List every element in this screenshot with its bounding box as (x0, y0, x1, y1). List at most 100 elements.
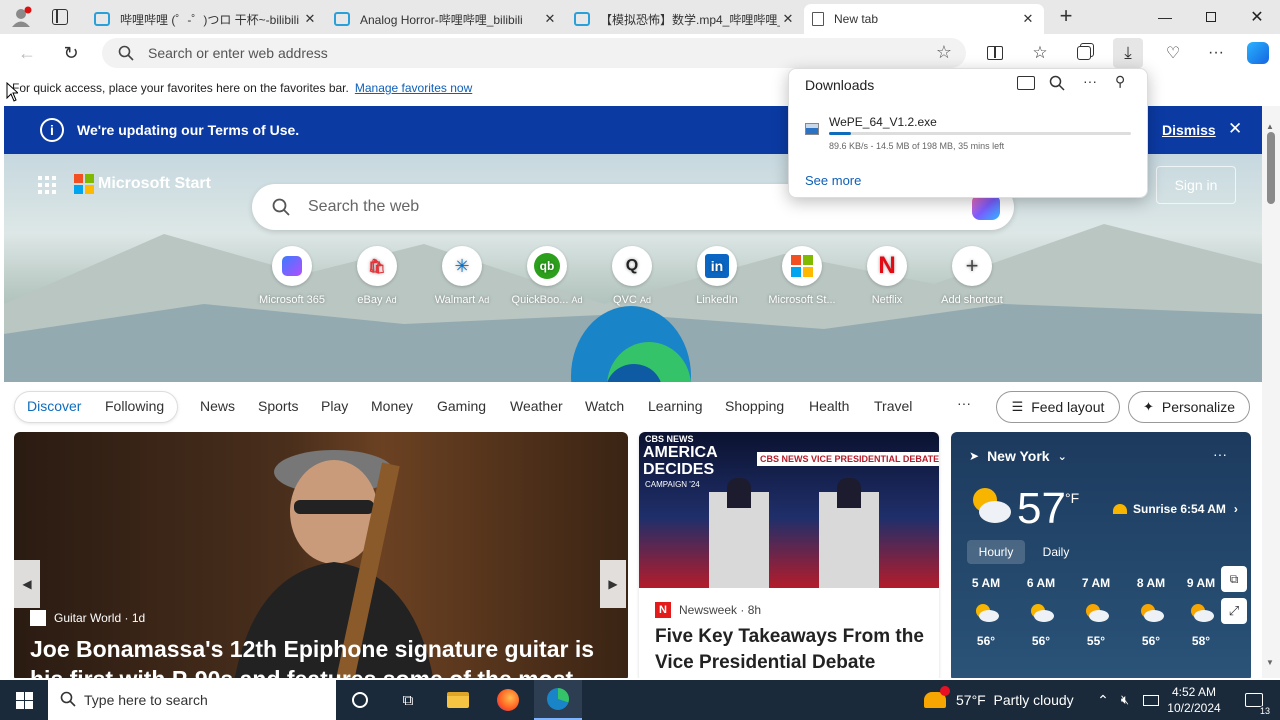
more-menu-icon[interactable]: ··· (1201, 38, 1231, 68)
see-more-link[interactable]: See more (805, 173, 861, 188)
volume-muted-icon[interactable]: 🔇︎ (1114, 680, 1136, 720)
personalize-button[interactable]: ✦ Personalize (1128, 391, 1250, 423)
hour-time: 7 AM (1081, 576, 1111, 590)
nav-sports[interactable]: Sports (258, 398, 298, 414)
add-shortcut-button[interactable]: + Add shortcut (930, 246, 1014, 306)
expand-icon[interactable]: ⤢ (1221, 598, 1247, 624)
tab-analog-horror[interactable]: Analog Horror-哔哩哔哩_bilibili ✕ (326, 4, 566, 34)
sunrise-info[interactable]: Sunrise 6:54 AM › (1113, 502, 1238, 516)
close-tab-icon[interactable]: ✕ (1020, 11, 1036, 27)
refresh-button[interactable]: ↻ (56, 38, 86, 68)
dismiss-button[interactable]: Dismiss (1162, 122, 1216, 138)
tab-bilibili-home[interactable]: 哔哩哔哩 (゜-゜)つロ 干杯~-bilibili ✕ (86, 4, 326, 34)
quick-link-qvc[interactable]: Q QVC Ad (590, 246, 674, 306)
search-icon (272, 198, 290, 221)
close-window-button[interactable]: ✕ (1234, 0, 1280, 34)
chevron-up-icon[interactable]: ⌃ (1092, 680, 1114, 720)
tab-new-tab[interactable]: New tab ✕ (804, 4, 1044, 34)
clock[interactable]: 4:52 AM 10/2/2024 (1164, 680, 1224, 720)
location[interactable]: ➤ New York ⌄ (969, 448, 1067, 464)
quick-link-label: Walmart (434, 294, 476, 306)
download-item[interactable]: WePE_64_V1.2.exe 89.6 KB/s - 14.5 MB of … (789, 109, 1147, 157)
article-headline[interactable]: Five Key Takeaways From the Vice Preside… (655, 624, 925, 676)
more-options-icon[interactable]: ··· (1213, 446, 1227, 462)
quick-link-linkedin[interactable]: in LinkedIn (675, 246, 759, 306)
nav-learning[interactable]: Learning (648, 398, 703, 414)
secondary-news-card[interactable]: CBS NEWS AMERICA DECIDES CAMPAIGN '24 CB… (639, 432, 939, 678)
quick-link-microsoft-365[interactable]: Microsoft 365 (250, 246, 334, 306)
carousel-prev-button[interactable]: ◀ (14, 560, 40, 608)
tab-hourly[interactable]: Hourly (967, 540, 1025, 564)
quick-link-quickbooks[interactable]: qb QuickBoo... Ad (505, 246, 589, 306)
page-scrollbar[interactable]: ▲ ▼ (1262, 106, 1280, 678)
close-tab-icon[interactable]: ✕ (780, 11, 796, 27)
tab-actions-icon[interactable] (52, 9, 68, 25)
quick-link-ebay[interactable]: 🛍 eBay Ad (335, 246, 419, 306)
copilot-icon[interactable] (1243, 38, 1273, 68)
scroll-thumb[interactable] (1267, 132, 1275, 204)
profile-icon[interactable] (10, 6, 32, 28)
collections-icon[interactable] (1069, 38, 1099, 68)
file-explorer-icon[interactable] (434, 680, 482, 720)
cortana-icon[interactable] (338, 680, 382, 720)
manage-favorites-link[interactable]: Manage favorites now (355, 81, 472, 95)
back-button[interactable]: ← (12, 38, 42, 68)
address-bar[interactable]: Search or enter web address ☆ (102, 38, 966, 68)
nav-more[interactable]: ··· (957, 395, 971, 411)
microsoft-start-logo[interactable]: Microsoft Start (74, 174, 211, 194)
split-screen-icon[interactable] (980, 38, 1010, 68)
notifications-icon[interactable]: 13 (1234, 680, 1274, 720)
pin-icon[interactable]: ⚲ (1115, 73, 1125, 90)
nav-gaming[interactable]: Gaming (437, 398, 486, 414)
nav-news[interactable]: News (200, 398, 235, 414)
nav-shopping[interactable]: Shopping (725, 398, 784, 414)
minimize-button[interactable]: — (1142, 0, 1188, 34)
weather-card[interactable]: ➤ New York ⌄ ··· 57 °F Sunrise 6:54 AM ›… (951, 432, 1251, 678)
close-tab-icon[interactable]: ✕ (542, 11, 558, 27)
close-tab-icon[interactable]: ✕ (302, 11, 318, 27)
favorites-icon[interactable]: ☆ (1025, 38, 1055, 68)
new-tab-button[interactable]: + (1054, 4, 1078, 30)
chevron-down-icon: ⌄ (1057, 450, 1067, 463)
nav-play[interactable]: Play (321, 398, 348, 414)
weather-widget[interactable]: 57°F Partly cloudy (924, 680, 1084, 720)
open-folder-icon[interactable] (1017, 76, 1035, 90)
feed-layout-button[interactable]: ☰ Feed layout (996, 391, 1120, 423)
apps-grid-icon[interactable] (38, 176, 56, 194)
partly-cloudy-icon (1028, 602, 1054, 622)
location-name: New York (987, 448, 1050, 464)
taskbar-search-box[interactable]: Type here to search (48, 680, 336, 720)
sign-in-button[interactable]: Sign in (1156, 166, 1236, 204)
nav-discover[interactable]: Discover (27, 398, 81, 414)
tab-daily[interactable]: Daily (1029, 540, 1083, 564)
task-view-icon[interactable]: ⧉ (386, 680, 430, 720)
browser-essentials-icon[interactable]: ♡ (1158, 38, 1188, 68)
article-headline[interactable]: Joe Bonamassa's 12th Epiphone signature … (30, 634, 600, 678)
nav-health[interactable]: Health (809, 398, 849, 414)
more-options-icon[interactable]: ··· (1083, 73, 1097, 89)
quick-link-walmart[interactable]: ✳ Walmart Ad (420, 246, 504, 306)
nav-money[interactable]: Money (371, 398, 413, 414)
start-button[interactable] (0, 680, 48, 720)
downloads-icon[interactable]: ⤓ (1113, 38, 1143, 68)
linkedin-icon: in (697, 246, 737, 286)
restore-button[interactable] (1188, 0, 1234, 34)
nav-watch[interactable]: Watch (585, 398, 624, 414)
search-downloads-icon[interactable] (1049, 75, 1065, 96)
scroll-down-arrow[interactable]: ▼ (1266, 658, 1274, 667)
network-icon[interactable] (1140, 680, 1162, 720)
carousel-next-button[interactable]: ▶ (600, 560, 626, 608)
main-news-card[interactable]: ◀ ▶ Guitar World · 1d Joe Bonamassa's 12… (14, 432, 628, 678)
quick-link-microsoft-store[interactable]: Microsoft St... (760, 246, 844, 306)
nav-weather[interactable]: Weather (510, 398, 563, 414)
edge-icon[interactable] (534, 680, 582, 720)
scroll-up-arrow[interactable]: ▲ (1266, 122, 1274, 131)
quick-link-netflix[interactable]: N Netflix (845, 246, 929, 306)
tab-math-mp4[interactable]: 【模拟恐怖】数学.mp4_哔哩哔哩_b ✕ (566, 4, 804, 34)
close-banner-icon[interactable]: ✕ (1228, 119, 1242, 139)
pin-card-icon[interactable]: ⧉ (1221, 566, 1247, 592)
nav-travel[interactable]: Travel (874, 398, 912, 414)
firefox-icon[interactable] (484, 680, 532, 720)
nav-following[interactable]: Following (105, 398, 164, 414)
favorite-star-icon[interactable]: ☆ (936, 42, 952, 63)
